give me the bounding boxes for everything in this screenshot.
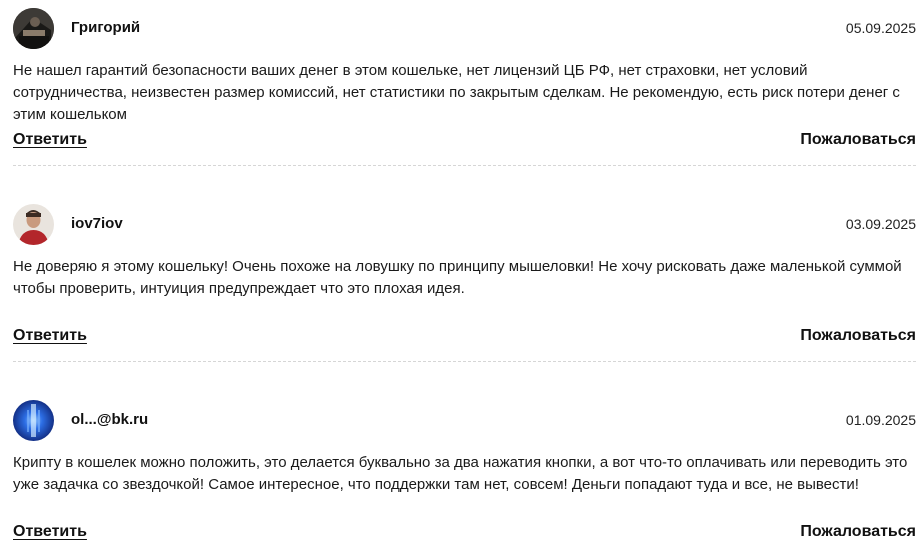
complain-button[interactable]: Пожаловаться — [800, 523, 916, 541]
comment-actions: Ответить Пожаловаться — [13, 523, 916, 545]
comment-date: 05.09.2025 — [845, 20, 916, 36]
reply-button[interactable]: Ответить — [13, 327, 87, 345]
reply-button[interactable]: Ответить — [13, 131, 87, 149]
comment-date: 03.09.2025 — [845, 216, 916, 232]
comment-item: ol...@bk.ru 01.09.2025 Крипту в кошелек … — [13, 400, 916, 540]
comment-header: Григорий 05.09.2025 — [13, 8, 916, 50]
comment-date: 01.09.2025 — [845, 412, 916, 428]
complain-button[interactable]: Пожаловаться — [800, 327, 916, 345]
comment-divider — [13, 165, 916, 166]
comment-text: Не нашел гарантий безопасности ваших ден… — [13, 62, 900, 123]
comment-author[interactable]: ol...@bk.ru — [71, 411, 148, 428]
comment-item: iov7iov 03.09.2025 Не доверяю я этому ко… — [13, 204, 916, 362]
comment-text: Не доверяю я этому кошельку! Очень похож… — [13, 258, 902, 297]
comment-actions: Ответить Пожаловаться — [13, 327, 916, 349]
comment-header: ol...@bk.ru 01.09.2025 — [13, 400, 916, 442]
comment-author[interactable]: Григорий — [71, 19, 140, 36]
comment-author[interactable]: iov7iov — [71, 215, 123, 232]
comment-item: Григорий 05.09.2025 Не нашел гарантий бе… — [13, 8, 916, 166]
comment-actions: Ответить Пожаловаться — [13, 131, 916, 153]
complain-button[interactable]: Пожаловаться — [800, 131, 916, 149]
avatar-abstract-blue-icon — [13, 400, 54, 441]
comment-header: iov7iov 03.09.2025 — [13, 204, 916, 246]
comment-text: Крипту в кошелек можно положить, это дел… — [13, 454, 908, 493]
reply-button[interactable]: Ответить — [13, 523, 87, 541]
comment-divider — [13, 361, 916, 362]
avatar-photo-icon — [13, 8, 54, 49]
avatar-photo-icon — [13, 204, 54, 245]
